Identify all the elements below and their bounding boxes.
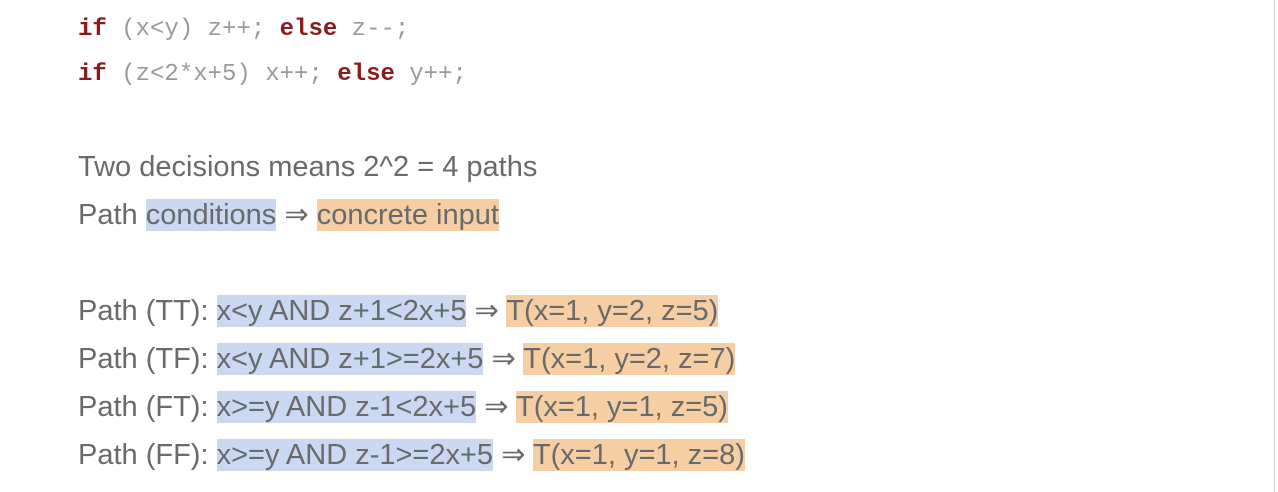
path-prefix: Path [78, 199, 146, 231]
path-label: Path (FF): [78, 439, 217, 471]
path-input: T(x=1, y=2, z=5) [506, 295, 719, 327]
code-condition: (z<2*x+5) [106, 61, 266, 88]
path-condition: x<y AND z+1<2x+5 [216, 295, 467, 327]
path-input: T(x=1, y=1, z=5) [516, 391, 728, 423]
concrete-input-label: concrete input [316, 199, 499, 231]
keyword-if: if [78, 61, 107, 88]
keyword-if: if [78, 16, 107, 43]
path-input: T(x=1, y=1, z=8) [532, 439, 745, 471]
conditions-label: conditions [145, 199, 277, 231]
path-condition: x<y AND z+1>=2x+5 [216, 343, 484, 375]
path-conditions-line: Path conditions ⇒ concrete input [78, 196, 499, 234]
path-condition: x>=y AND z-1>=2x+5 [216, 439, 494, 471]
path-label: Path (TT): [78, 295, 217, 327]
path-label: Path (TF): [78, 343, 217, 375]
path-input: T(x=1, y=2, z=7) [523, 343, 736, 375]
path-label: Path (FT): [78, 391, 217, 423]
code-statement: z++; [207, 16, 280, 43]
code-statement: y++; [394, 61, 467, 88]
code-line-1: if (x<y) z++; else z--; [78, 16, 409, 44]
path-condition: x>=y AND z-1<2x+5 [216, 391, 477, 423]
code-statement: z--; [337, 16, 410, 43]
arrow-symbol: ⇒ [483, 343, 524, 375]
path-ff-line: Path (FF): x>=y AND z-1>=2x+5 ⇒ T(x=1, y… [78, 436, 745, 474]
slide-content: if (x<y) z++; else z--; if (z<2*x+5) x++… [0, 0, 1275, 492]
code-line-2: if (z<2*x+5) x++; else y++; [78, 61, 467, 89]
arrow-symbol: ⇒ [466, 295, 507, 327]
arrow-symbol: ⇒ [493, 439, 533, 471]
path-tt-line: Path (TT): x<y AND z+1<2x+5 ⇒ T(x=1, y=2… [78, 292, 719, 330]
code-condition: (x<y) [106, 16, 208, 43]
arrow-symbol: ⇒ [276, 199, 317, 231]
keyword-else: else [337, 61, 395, 88]
arrow-symbol: ⇒ [476, 391, 516, 423]
path-tf-line: Path (TF): x<y AND z+1>=2x+5 ⇒ T(x=1, y=… [78, 340, 736, 378]
path-ft-line: Path (FT): x>=y AND z-1<2x+5 ⇒ T(x=1, y=… [78, 388, 728, 426]
decisions-text: Two decisions means 2^2 = 4 paths [78, 151, 538, 183]
code-statement: x++; [265, 61, 338, 88]
keyword-else: else [279, 16, 338, 43]
